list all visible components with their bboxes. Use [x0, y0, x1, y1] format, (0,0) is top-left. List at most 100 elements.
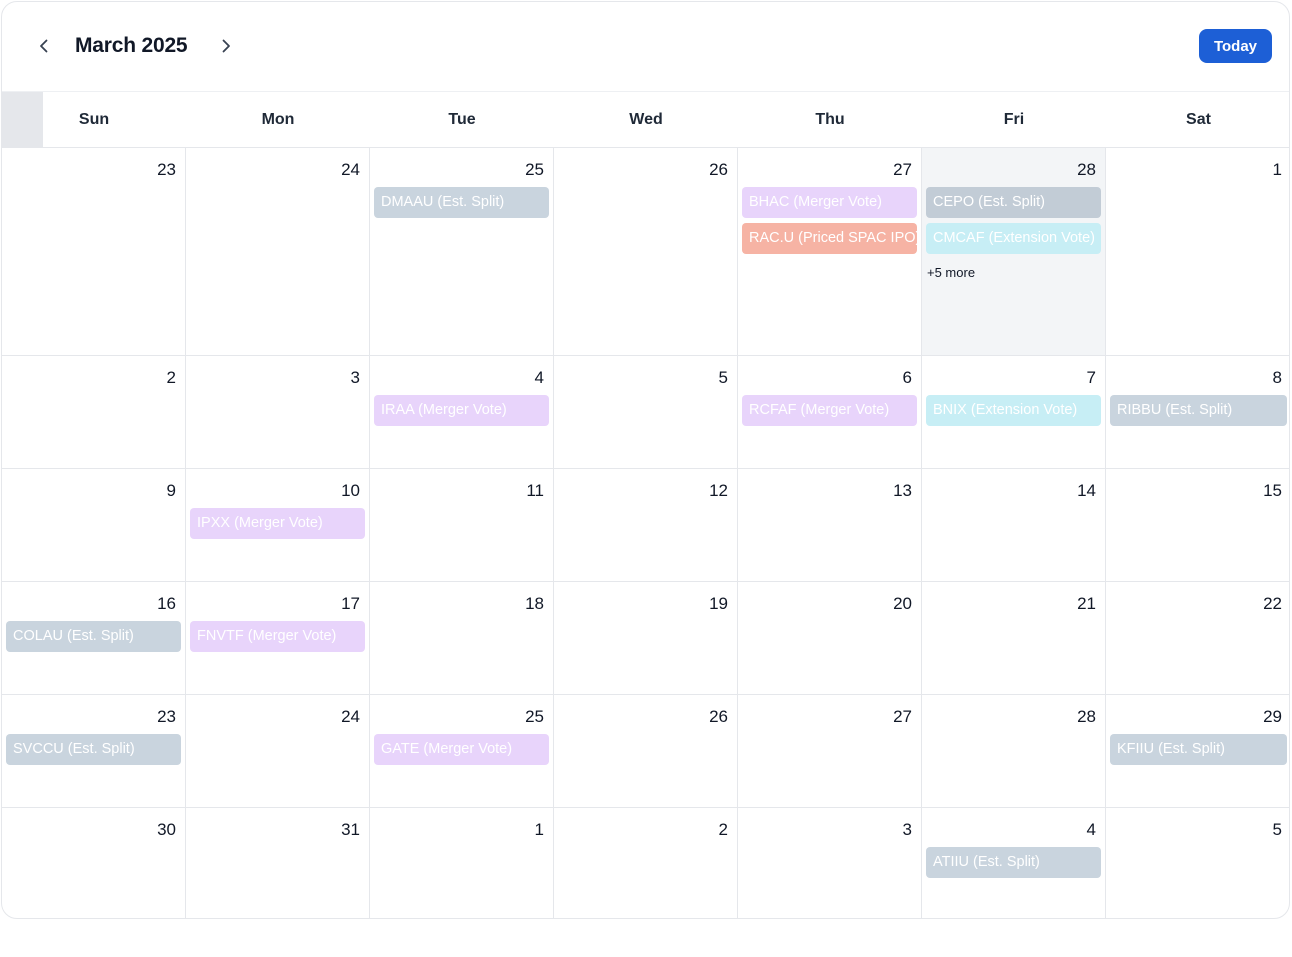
day-cell[interactable]: 14 [922, 469, 1106, 581]
day-number: 27 [893, 707, 912, 726]
day-cell[interactable]: 22 [1106, 582, 1289, 694]
day-cell[interactable]: 4 ATIIU (Est. Split) [922, 808, 1106, 918]
day-cell[interactable]: 10 IPXX (Merger Vote) [186, 469, 370, 581]
day-cell[interactable]: 18 [370, 582, 554, 694]
week-row: 23 SVCCU (Est. Split) 24 25 GATE (Merger Vot… [2, 695, 1289, 808]
day-cell[interactable]: 12 [554, 469, 738, 581]
day-number: 23 [157, 707, 176, 726]
calendar-event[interactable]: CEPO (Est. Split) [926, 187, 1101, 218]
day-number: 23 [157, 160, 176, 179]
day-cell[interactable]: 29 KFIIU (Est. Split) [1106, 695, 1289, 807]
day-number: 9 [166, 481, 176, 500]
day-number: 24 [341, 160, 360, 179]
day-number: 21 [1077, 594, 1096, 613]
day-cell[interactable]: 23 SVCCU (Est. Split) [2, 695, 186, 807]
dow-sun: Sun [78, 111, 110, 128]
day-number: 29 [1263, 707, 1282, 726]
today-button[interactable]: Today [1199, 29, 1272, 63]
dow-fri: Fri [1003, 111, 1025, 128]
day-number: 25 [525, 707, 544, 726]
day-cell[interactable]: 25 DMAAU (Est. Split) [370, 148, 554, 355]
day-cell[interactable]: 8 RIBBU (Est. Split) [1106, 356, 1289, 468]
day-cell[interactable]: 15 [1106, 469, 1289, 581]
day-cell[interactable]: 13 [738, 469, 922, 581]
dow-thu: Thu [815, 111, 845, 128]
day-cell[interactable]: 21 [922, 582, 1106, 694]
day-number: 19 [709, 594, 728, 613]
calendar-event[interactable]: BHAC (Merger Vote) [742, 187, 917, 218]
calendar-header: March 2025 Today [2, 2, 1289, 91]
day-cell[interactable]: 26 [554, 695, 738, 807]
day-number: 28 [1077, 160, 1096, 179]
day-cell[interactable]: 4 IRAA (Merger Vote) [370, 356, 554, 468]
week-row: 30 31 1 2 3 4 ATIIU (Est. Split) 5 [2, 808, 1289, 918]
day-number: 7 [1086, 368, 1096, 387]
day-cell[interactable]: 27 [738, 695, 922, 807]
day-number: 26 [709, 707, 728, 726]
calendar-event[interactable]: COLAU (Est. Split) [6, 621, 181, 652]
day-number: 2 [718, 820, 728, 839]
day-cell[interactable]: 9 [2, 469, 186, 581]
day-number: 5 [718, 368, 728, 387]
calendar-event[interactable]: FNVTF (Merger Vote) [190, 621, 365, 652]
day-cell[interactable]: 28 [922, 695, 1106, 807]
chevron-left-icon [40, 39, 48, 53]
day-cell[interactable]: 2 [2, 356, 186, 468]
day-cell[interactable]: 28 CEPO (Est. Split) CMCAF (Extension Vote… [922, 148, 1106, 355]
week-row: 2 3 4 IRAA (Merger Vote) 5 6 RCFAF (Merger Vot… [2, 356, 1289, 469]
day-number: 4 [534, 368, 544, 387]
day-cell[interactable]: 20 [738, 582, 922, 694]
calendar-event[interactable]: DMAAU (Est. Split) [374, 187, 549, 218]
day-cell[interactable]: 1 [1106, 148, 1289, 355]
day-cell[interactable]: 11 [370, 469, 554, 581]
day-cell[interactable]: 5 [1106, 808, 1289, 918]
day-cell[interactable]: 1 [370, 808, 554, 918]
day-number: 27 [893, 160, 912, 179]
day-cell[interactable]: 30 [2, 808, 186, 918]
day-cell[interactable]: 17 FNVTF (Merger Vote) [186, 582, 370, 694]
next-month-button[interactable] [212, 32, 240, 60]
more-events-link[interactable]: +5 more [927, 265, 975, 280]
calendar-event[interactable]: RIBBU (Est. Split) [1110, 395, 1287, 426]
day-cell[interactable]: 31 [186, 808, 370, 918]
calendar-event[interactable]: RAC.U (Priced SPAC IPO) [742, 223, 917, 254]
day-cell[interactable]: 25 GATE (Merger Vote) [370, 695, 554, 807]
calendar-event[interactable]: IPXX (Merger Vote) [190, 508, 365, 539]
day-cell[interactable]: 7 BNIX (Extension Vote) [922, 356, 1106, 468]
day-number: 30 [157, 820, 176, 839]
day-cell[interactable]: 23 [2, 148, 186, 355]
day-cell[interactable]: 16 COLAU (Est. Split) [2, 582, 186, 694]
day-cell[interactable]: 19 [554, 582, 738, 694]
calendar-event[interactable]: IRAA (Merger Vote) [374, 395, 549, 426]
day-number: 31 [341, 820, 360, 839]
day-number: 28 [1077, 707, 1096, 726]
day-cell[interactable]: 6 RCFAF (Merger Vote) [738, 356, 922, 468]
day-number: 4 [1086, 820, 1096, 839]
day-cell[interactable]: 27 BHAC (Merger Vote) RAC.U (Priced SPAC I… [738, 148, 922, 355]
day-cell[interactable]: 3 [186, 356, 370, 468]
day-cell[interactable]: 3 [738, 808, 922, 918]
calendar-event[interactable]: SVCCU (Est. Split) [6, 734, 181, 765]
day-number: 20 [893, 594, 912, 613]
calendar-event[interactable]: CMCAF (Extension Vote) [926, 223, 1101, 254]
day-number: 8 [1272, 368, 1282, 387]
day-cell[interactable]: 26 [554, 148, 738, 355]
prev-month-button[interactable] [30, 32, 58, 60]
dow-tue: Tue [448, 111, 476, 128]
day-number: 14 [1077, 481, 1096, 500]
calendar-event[interactable]: BNIX (Extension Vote) [926, 395, 1101, 426]
day-number: 16 [157, 594, 176, 613]
day-number: 5 [1272, 820, 1282, 839]
calendar-event[interactable]: KFIIU (Est. Split) [1110, 734, 1287, 765]
calendar-event[interactable]: ATIIU (Est. Split) [926, 847, 1101, 878]
calendar-event[interactable]: RCFAF (Merger Vote) [742, 395, 917, 426]
days-of-week-header: Sun Mon Tue Wed Thu Fri Sat [2, 91, 1289, 148]
day-number: 3 [350, 368, 360, 387]
day-cell[interactable]: 5 [554, 356, 738, 468]
week-row: 23 24 25 DMAAU (Est. Split) 26 27 BHAC (Merger… [2, 148, 1289, 356]
day-cell[interactable]: 2 [554, 808, 738, 918]
day-number: 6 [902, 368, 912, 387]
day-cell[interactable]: 24 [186, 695, 370, 807]
calendar-event[interactable]: GATE (Merger Vote) [374, 734, 549, 765]
day-cell[interactable]: 24 [186, 148, 370, 355]
